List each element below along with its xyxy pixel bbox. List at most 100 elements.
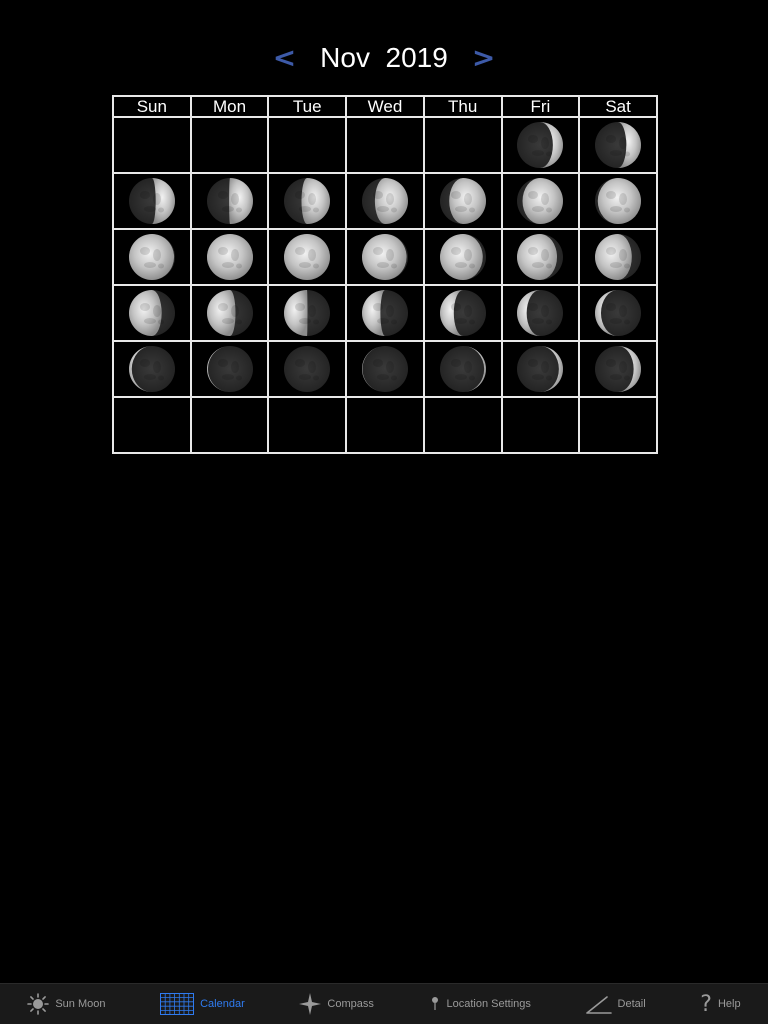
calendar-day-cell[interactable] (267, 396, 348, 454)
tab-sun-moon[interactable]: Sun Moon (27, 992, 105, 1016)
moon-phase-icon (204, 287, 256, 339)
calendar-day-cell[interactable] (267, 284, 348, 342)
calendar-week-row (112, 340, 658, 398)
moon-phase-icon (592, 343, 644, 395)
weekday-thu: Thu (422, 95, 503, 118)
weekday-mon: Mon (189, 95, 270, 118)
calendar-week-row (112, 228, 658, 286)
calendar-day-cell[interactable] (345, 284, 425, 342)
question-mark-icon: ? (700, 991, 712, 1017)
moon-phase-icon (126, 287, 178, 339)
tab-help[interactable]: ? Help (700, 991, 741, 1017)
moon-phase-icon (126, 343, 178, 395)
calendar-day-cell[interactable] (578, 116, 658, 174)
calendar-day-cell[interactable] (189, 340, 270, 398)
calendar-day-cell[interactable] (422, 172, 503, 230)
month-title: Nov 2019 (320, 42, 448, 73)
weekday-sat: Sat (578, 95, 658, 118)
calendar-day-cell[interactable] (422, 228, 503, 286)
calendar-day-cell[interactable] (500, 284, 581, 342)
calendar-day-cell[interactable] (112, 340, 192, 398)
calendar-day-cell[interactable] (578, 228, 658, 286)
calendar-day-cell[interactable] (189, 396, 270, 454)
moon-calendar: Sun Mon Tue Wed Thu Fri Sat (112, 95, 658, 454)
calendar-day-cell[interactable] (500, 172, 581, 230)
moon-phase-icon (281, 287, 333, 339)
tab-sun-moon-label: Sun Moon (55, 998, 106, 1010)
moon-phase-icon (437, 231, 489, 283)
sun-icon (27, 992, 50, 1016)
calendar-day-cell[interactable] (578, 172, 658, 230)
tab-compass-label: Compass (327, 998, 374, 1010)
moon-phase-icon (592, 231, 644, 283)
moon-phase-icon (281, 175, 333, 227)
calendar-day-cell[interactable] (422, 284, 503, 342)
calendar-day-cell[interactable] (578, 340, 658, 398)
weekday-fri: Fri (500, 95, 581, 118)
calendar-day-cell[interactable] (500, 396, 581, 454)
calendar-day-cell[interactable] (578, 284, 658, 342)
next-month-button[interactable]: > (472, 44, 495, 72)
tab-location-settings-label: Location Settings (446, 998, 531, 1010)
calendar-day-cell[interactable] (345, 172, 425, 230)
tab-help-label: Help (717, 998, 741, 1010)
calendar-day-cell[interactable] (345, 228, 425, 286)
calendar-day-cell[interactable] (112, 172, 192, 230)
tab-detail-label: Detail (617, 998, 646, 1010)
moon-phase-icon (514, 175, 566, 227)
calendar-day-cell[interactable] (267, 340, 348, 398)
calendar-day-cell[interactable] (578, 396, 658, 454)
tab-detail[interactable]: Detail (585, 992, 646, 1016)
moon-phase-icon (359, 343, 411, 395)
calendar-day-cell[interactable] (112, 228, 192, 286)
calendar-day-cell[interactable] (500, 228, 581, 286)
moon-phase-icon (592, 119, 644, 171)
calendar-day-cell[interactable] (345, 116, 425, 174)
moon-phase-icon (514, 231, 566, 283)
calendar-day-cell[interactable] (422, 340, 503, 398)
calendar-week-row (112, 172, 658, 230)
moon-phase-icon (514, 287, 566, 339)
tab-calendar-label: Calendar (200, 998, 245, 1010)
calendar-week-row (112, 284, 658, 342)
moon-phase-icon (359, 287, 411, 339)
moon-phase-icon (281, 343, 333, 395)
tab-compass[interactable]: Compass (299, 992, 374, 1016)
calendar-day-cell[interactable] (267, 228, 348, 286)
location-pin-icon (429, 992, 441, 1016)
calendar-day-cell[interactable] (345, 340, 425, 398)
weekday-wed: Wed (345, 95, 425, 118)
tab-location-settings[interactable]: Location Settings (429, 992, 531, 1016)
calendar-week-row (112, 396, 658, 454)
prev-month-button[interactable]: < (273, 44, 296, 72)
moon-phase-icon (204, 231, 256, 283)
calendar-day-cell[interactable] (422, 396, 503, 454)
moon-phase-icon (514, 343, 566, 395)
calendar-day-cell[interactable] (189, 228, 270, 286)
moon-phase-icon (126, 231, 178, 283)
moon-phase-icon (437, 343, 489, 395)
moon-phase-icon (281, 231, 333, 283)
calendar-day-cell[interactable] (112, 116, 192, 174)
calendar-day-cell[interactable] (112, 396, 192, 454)
moon-phase-icon (514, 119, 566, 171)
weekday-sun: Sun (112, 95, 192, 118)
tab-calendar[interactable]: Calendar (160, 992, 245, 1016)
calendar-day-cell[interactable] (500, 116, 581, 174)
calendar-day-cell[interactable] (189, 116, 270, 174)
calendar-day-cell[interactable] (189, 284, 270, 342)
month-header: < Nov 2019 > (0, 36, 768, 80)
calendar-day-cell[interactable] (422, 116, 503, 174)
calendar-day-cell[interactable] (112, 284, 192, 342)
calendar-day-cell[interactable] (267, 172, 348, 230)
moon-phase-icon (437, 175, 489, 227)
calendar-day-cell[interactable] (189, 172, 270, 230)
calendar-day-cell[interactable] (500, 340, 581, 398)
compass-star-icon (299, 992, 322, 1016)
calendar-day-cell[interactable] (267, 116, 348, 174)
moon-phase-icon (592, 287, 644, 339)
moon-phase-icon (204, 175, 256, 227)
calendar-day-cell[interactable] (345, 396, 425, 454)
tab-bar: Sun Moon Calendar Compass Location Setti… (0, 983, 768, 1024)
calendar-grid-icon (160, 992, 195, 1016)
